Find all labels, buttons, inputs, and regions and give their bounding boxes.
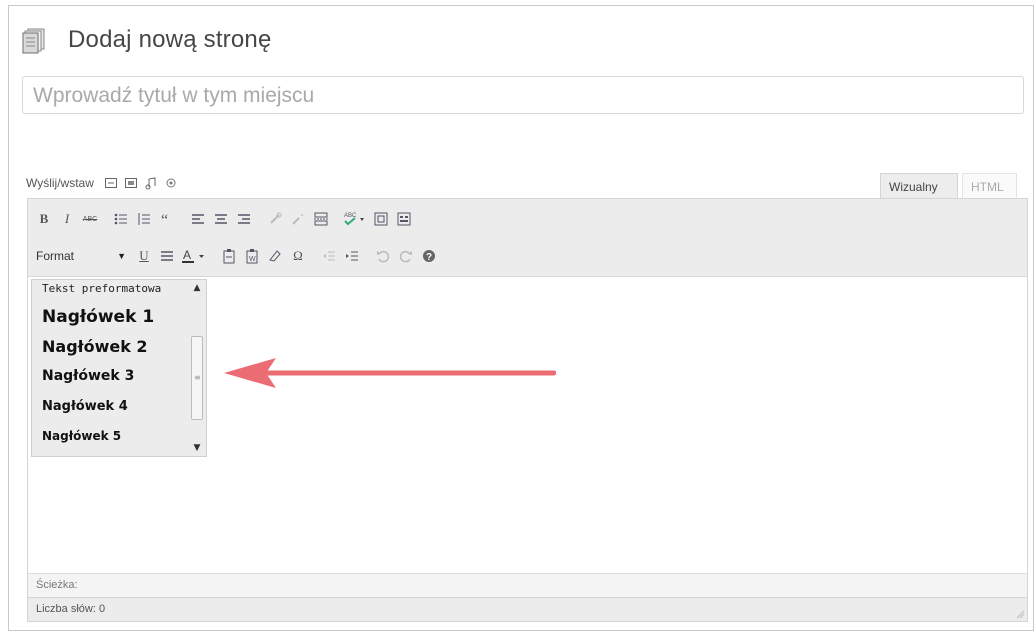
format-option-heading-3[interactable]: Nagłówek 3 [42, 368, 134, 384]
fullscreen-icon[interactable] [371, 209, 391, 229]
align-right-icon[interactable] [234, 209, 254, 229]
strikethrough-button[interactable]: ABC [80, 209, 100, 229]
format-select-label: Format [36, 249, 75, 263]
more-tag-icon[interactable] [311, 209, 331, 229]
paste-word-icon[interactable]: W [242, 246, 262, 266]
tab-html[interactable]: HTML [962, 173, 1017, 199]
resize-handle-icon[interactable] [1015, 609, 1025, 619]
format-select[interactable]: Format ▼ [34, 246, 128, 266]
editor[interactable]: B I ABC “ ABC Format ▼ U A W Ω ? Tekst p… [27, 198, 1028, 622]
format-option-heading-1[interactable]: Nagłówek 1 [42, 307, 154, 327]
indent-icon[interactable] [342, 246, 362, 266]
format-option-heading-5[interactable]: Nagłówek 5 [42, 429, 121, 443]
eraser-icon[interactable] [265, 246, 285, 266]
undo-icon[interactable] [373, 246, 393, 266]
title-placeholder: Wprowadź tytuł w tym miejscu [33, 84, 315, 107]
svg-text:“: “ [161, 212, 168, 227]
special-char-button[interactable]: Ω [288, 246, 308, 266]
bold-button[interactable]: B [34, 209, 54, 229]
scroll-up-icon[interactable]: ▲ [190, 282, 204, 294]
annotation-arrow-icon [224, 358, 556, 388]
align-left-icon[interactable] [188, 209, 208, 229]
format-option-heading-2[interactable]: Nagłówek 2 [42, 337, 148, 356]
scroll-down-icon[interactable]: ▼ [190, 442, 204, 454]
format-option-preformatted[interactable]: Tekst preformatowa [42, 282, 161, 295]
editor-toolbar: B I ABC “ ABC Format ▼ U A W Ω ? [28, 199, 1027, 277]
align-center-icon[interactable] [211, 209, 231, 229]
format-dropdown: Tekst preformatowa Nagłówek 1 Nagłówek 2… [31, 279, 207, 457]
redo-icon[interactable] [396, 246, 416, 266]
dropdown-scrollbar[interactable]: ▲ ≡ ▼ [190, 282, 204, 454]
help-icon[interactable]: ? [419, 246, 439, 266]
title-input[interactable]: Wprowadź tytuł w tym miejscu [22, 76, 1024, 114]
paste-text-icon[interactable] [219, 246, 239, 266]
spellcheck-icon[interactable]: ABC [342, 209, 368, 229]
toolbar-row-1: B I ABC “ ABC [34, 206, 417, 232]
underline-button[interactable]: U [134, 246, 154, 266]
numbered-list-icon[interactable] [134, 209, 154, 229]
tab-visual[interactable]: Wizualny [880, 173, 958, 199]
kitchen-sink-icon[interactable] [394, 209, 414, 229]
media-icon[interactable] [164, 176, 178, 190]
path-bar: Ścieżka: [28, 573, 1027, 597]
word-count: Liczba słów: 0 [28, 597, 1027, 621]
svg-text:?: ? [426, 252, 432, 263]
format-option-heading-4[interactable]: Nagłówek 4 [42, 399, 128, 414]
italic-button[interactable]: I [57, 209, 77, 229]
upload-insert-label: Wyślij/wstaw [26, 176, 94, 190]
link-icon[interactable] [265, 209, 285, 229]
svg-text:A: A [183, 248, 191, 262]
toolbar-row-2: Format ▼ U A W Ω ? [34, 243, 442, 269]
svg-text:W: W [249, 256, 256, 263]
audio-icon[interactable] [144, 176, 158, 190]
blockquote-icon[interactable]: “ [157, 209, 177, 229]
video-icon[interactable] [124, 176, 138, 190]
scroll-thumb[interactable]: ≡ [191, 336, 203, 420]
outdent-icon[interactable] [319, 246, 339, 266]
media-upload-bar: Wyślij/wstaw [26, 176, 178, 190]
justify-icon[interactable] [157, 246, 177, 266]
text-color-icon[interactable]: A [180, 246, 208, 266]
pages-icon [22, 28, 45, 54]
chevron-down-icon: ▼ [117, 251, 126, 261]
unlink-icon[interactable] [288, 209, 308, 229]
image-icon[interactable] [104, 176, 118, 190]
bullet-list-icon[interactable] [111, 209, 131, 229]
page-title: Dodaj nową stronę [68, 26, 272, 53]
